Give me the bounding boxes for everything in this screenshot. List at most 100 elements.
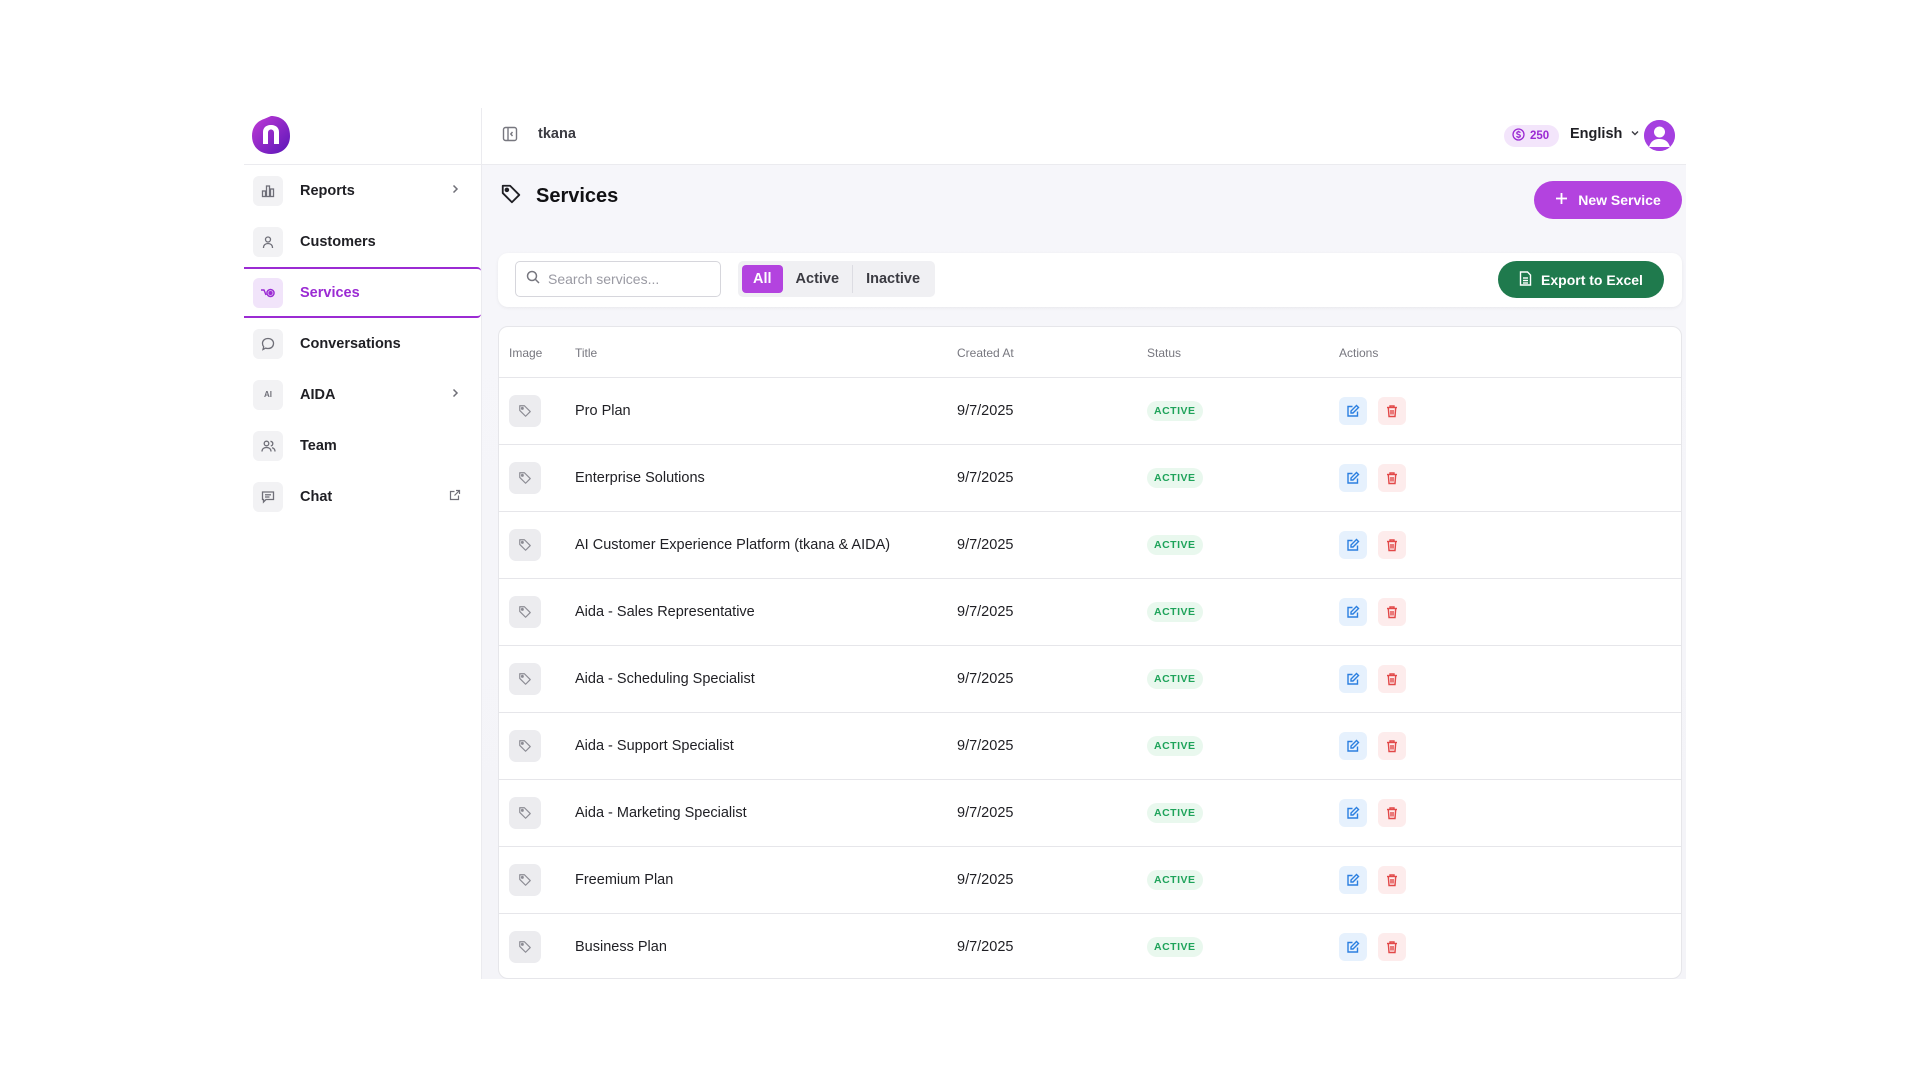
column-header-title: Title xyxy=(575,346,598,360)
trash-icon[interactable] xyxy=(1378,531,1406,559)
tag-icon xyxy=(509,663,541,695)
user-avatar[interactable] xyxy=(1644,120,1675,151)
service-title: AI Customer Experience Platform (tkana &… xyxy=(575,537,891,553)
status-badge: ACTIVE xyxy=(1147,602,1203,622)
tag-icon xyxy=(509,931,541,963)
column-header-status: Status xyxy=(1147,346,1182,360)
table-row[interactable]: Enterprise Solutions 9/7/2025 ACTIVE xyxy=(499,445,1681,512)
sidebar-item-label: Services xyxy=(300,284,360,301)
sidebar-item-services[interactable]: Services xyxy=(244,267,481,318)
language-label: English xyxy=(1570,126,1623,142)
app-window: Reports Customers Services Conversations AI A… xyxy=(244,108,1686,979)
tag-icon xyxy=(509,529,541,561)
status-badge: ACTIVE xyxy=(1147,937,1203,957)
edit-icon[interactable] xyxy=(1339,799,1367,827)
table-row[interactable]: Business Plan 9/7/2025 ACTIVE xyxy=(499,914,1681,978)
trash-icon[interactable] xyxy=(1378,598,1406,626)
sidebar-item-label: Conversations xyxy=(300,335,401,352)
sidebar-item-label: Customers xyxy=(300,233,376,250)
sidebar-item-chat[interactable]: Chat xyxy=(244,471,481,522)
trash-icon[interactable] xyxy=(1378,397,1406,425)
created-at: 9/7/2025 xyxy=(957,403,1014,419)
table-row[interactable]: Aida - Support Specialist 9/7/2025 ACTIVE xyxy=(499,713,1681,780)
status-badge: ACTIVE xyxy=(1147,401,1203,421)
status-badge: ACTIVE xyxy=(1147,468,1203,488)
created-at: 9/7/2025 xyxy=(957,805,1014,821)
page-title: Services xyxy=(536,185,619,207)
tag-icon xyxy=(500,183,522,210)
language-selector[interactable]: English xyxy=(1570,126,1640,142)
trash-icon[interactable] xyxy=(1378,799,1406,827)
ai-icon-text: AI xyxy=(264,390,272,399)
edit-icon[interactable] xyxy=(1339,665,1367,693)
filter-toolbar: All Active Inactive Export to Excel xyxy=(498,253,1682,307)
sidebar-item-reports[interactable]: Reports xyxy=(244,165,481,216)
new-service-label: New Service xyxy=(1578,192,1661,208)
edit-icon[interactable] xyxy=(1339,933,1367,961)
tag-icon xyxy=(509,462,541,494)
table-row[interactable]: AI Customer Experience Platform (tkana &… xyxy=(499,512,1681,579)
edit-icon[interactable] xyxy=(1339,397,1367,425)
sidebar-nav: Reports Customers Services Conversations AI A… xyxy=(244,165,481,522)
toggle-sidebar-icon[interactable] xyxy=(502,126,518,147)
trash-icon[interactable] xyxy=(1378,933,1406,961)
services-icon xyxy=(253,277,283,308)
sidebar: Reports Customers Services Conversations AI A… xyxy=(244,108,482,979)
table-row[interactable]: Aida - Scheduling Specialist 9/7/2025 ACTI… xyxy=(499,646,1681,713)
credits-count: 250 xyxy=(1530,130,1550,142)
created-at: 9/7/2025 xyxy=(957,537,1014,553)
trash-icon[interactable] xyxy=(1378,732,1406,760)
filter-all-button[interactable]: All xyxy=(742,265,783,293)
brand-logo[interactable] xyxy=(250,114,292,156)
status-badge: ACTIVE xyxy=(1147,803,1203,823)
service-title: Business Plan xyxy=(575,939,667,955)
service-title: Aida - Support Specialist xyxy=(575,738,734,754)
service-title: Enterprise Solutions xyxy=(575,470,705,486)
table-row[interactable]: Aida - Marketing Specialist 9/7/2025 ACTIV… xyxy=(499,780,1681,847)
new-service-button[interactable]: New Service xyxy=(1534,181,1682,219)
service-title: Freemium Plan xyxy=(575,872,674,888)
export-to-excel-button[interactable]: Export to Excel xyxy=(1498,261,1664,298)
trash-icon[interactable] xyxy=(1378,665,1406,693)
message-square-icon xyxy=(253,481,283,512)
filter-active-button[interactable]: Active xyxy=(785,265,851,293)
status-badge: ACTIVE xyxy=(1147,870,1203,890)
coin-icon xyxy=(1512,128,1525,144)
edit-icon[interactable] xyxy=(1339,732,1367,760)
external-link-icon xyxy=(449,488,461,506)
created-at: 9/7/2025 xyxy=(957,738,1014,754)
services-table: Image Title Created At Status Actions Pr… xyxy=(498,326,1682,979)
edit-icon[interactable] xyxy=(1339,866,1367,894)
filter-inactive-button[interactable]: Inactive xyxy=(855,265,931,293)
status-filter-group: All Active Inactive xyxy=(738,261,936,297)
sidebar-item-label: Chat xyxy=(300,488,333,505)
sidebar-item-customers[interactable]: Customers xyxy=(244,216,481,267)
chevron-right-icon xyxy=(449,386,461,404)
sidebar-item-conversations[interactable]: Conversations xyxy=(244,318,481,369)
edit-icon[interactable] xyxy=(1339,531,1367,559)
tag-icon xyxy=(509,395,541,427)
trash-icon[interactable] xyxy=(1378,866,1406,894)
edit-icon[interactable] xyxy=(1339,464,1367,492)
column-header-created-at: Created At xyxy=(957,346,1014,360)
table-body: Pro Plan 9/7/2025 ACTIVE Enterprise Solutio… xyxy=(499,378,1681,978)
created-at: 9/7/2025 xyxy=(957,604,1014,620)
trash-icon[interactable] xyxy=(1378,464,1406,492)
column-header-actions: Actions xyxy=(1339,346,1379,360)
sidebar-item-team[interactable]: Team xyxy=(244,420,481,471)
edit-icon[interactable] xyxy=(1339,598,1367,626)
tag-icon xyxy=(509,864,541,896)
sidebar-item-aida[interactable]: AI AIDA xyxy=(244,369,481,420)
chevron-down-icon xyxy=(1630,126,1640,142)
table-row[interactable]: Pro Plan 9/7/2025 ACTIVE xyxy=(499,378,1681,445)
bar-chart-icon xyxy=(253,175,283,206)
export-label: Export to Excel xyxy=(1541,271,1643,288)
table-row[interactable]: Freemium Plan 9/7/2025 ACTIVE xyxy=(499,847,1681,914)
search-box[interactable] xyxy=(515,261,721,297)
service-title: Aida - Sales Representative xyxy=(575,604,755,620)
table-header: Image Title Created At Status Actions xyxy=(499,327,1681,378)
search-input[interactable] xyxy=(548,271,708,287)
top-bar: tkana 250 English xyxy=(482,108,1686,165)
credits-badge[interactable]: 250 xyxy=(1504,125,1560,147)
table-row[interactable]: Aida - Sales Representative 9/7/2025 ACTIV… xyxy=(499,579,1681,646)
